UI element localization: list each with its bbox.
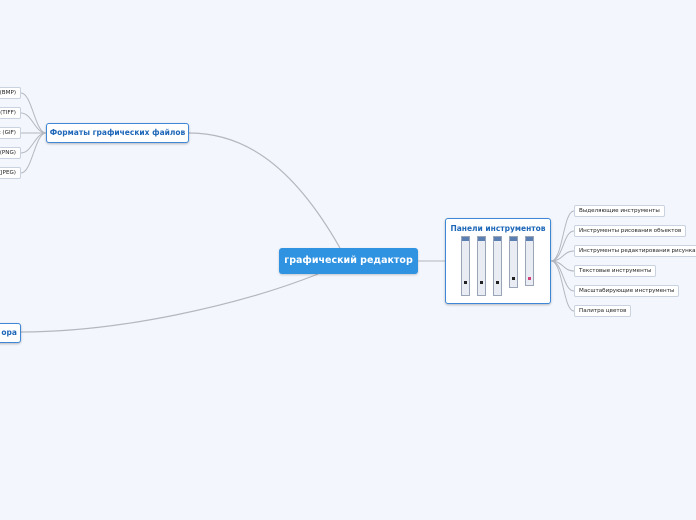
format-item-bmp[interactable]: (BMP): [0, 87, 21, 99]
toolbar-thumbnail-2: [477, 236, 486, 296]
toolbar-color-swatch-icon: [480, 281, 483, 284]
topic-toolbars[interactable]: Панели инструментов: [445, 218, 551, 304]
format-item-jpeg[interactable]: (JPEG): [0, 167, 21, 179]
toolbar-item-editing-tools[interactable]: Инструменты редактирования рисунка: [574, 245, 696, 257]
toolbar-color-swatch-icon: [496, 281, 499, 284]
connector-panels-item-5: [550, 260, 575, 312]
toolbar-item-text-tools[interactable]: Текстовые инструменты: [574, 265, 657, 277]
topic-partial-left[interactable]: ора: [0, 323, 21, 343]
toolbar-color-swatch-icon: [512, 277, 515, 280]
connector-formats-item-0: [20, 92, 47, 134]
connector-center-formats: [188, 132, 341, 249]
toolbar-thumbnails-image: [461, 236, 537, 298]
format-item-tiff[interactable]: (TIFF): [0, 107, 21, 119]
connector-formats-item-3: [20, 132, 47, 154]
toolbars-title: Панели инструментов: [450, 224, 546, 233]
toolbar-item-drawing-tools[interactable]: Инструменты рисования объектов: [574, 225, 687, 237]
toolbar-item-color-palette[interactable]: Палитра цветов: [574, 305, 632, 317]
toolbar-color-swatch-icon: [528, 277, 531, 280]
toolbar-color-swatch-icon: [464, 281, 467, 284]
toolbar-item-zoom-tools[interactable]: Масштабирующие инструменты: [574, 285, 680, 297]
toolbar-thumbnail-5: [525, 236, 534, 286]
format-item-png[interactable]: (PNG): [0, 147, 21, 159]
connector-center-partial: [20, 273, 319, 333]
connector-formats-item-1: [20, 112, 47, 134]
central-topic[interactable]: графический редактор: [279, 248, 418, 274]
toolbar-thumbnail-4: [509, 236, 518, 288]
topic-graphic-file-formats[interactable]: Форматы графических файлов: [46, 123, 189, 143]
format-item-gif[interactable]: t (GIF): [0, 127, 21, 139]
connector-panels-item-0: [550, 210, 575, 262]
connector-formats-item-4: [20, 132, 47, 174]
toolbar-thumbnail-1: [461, 236, 470, 296]
toolbar-thumbnail-3: [493, 236, 502, 296]
toolbar-item-selection-tools[interactable]: Выделяющие инструменты: [574, 205, 665, 217]
